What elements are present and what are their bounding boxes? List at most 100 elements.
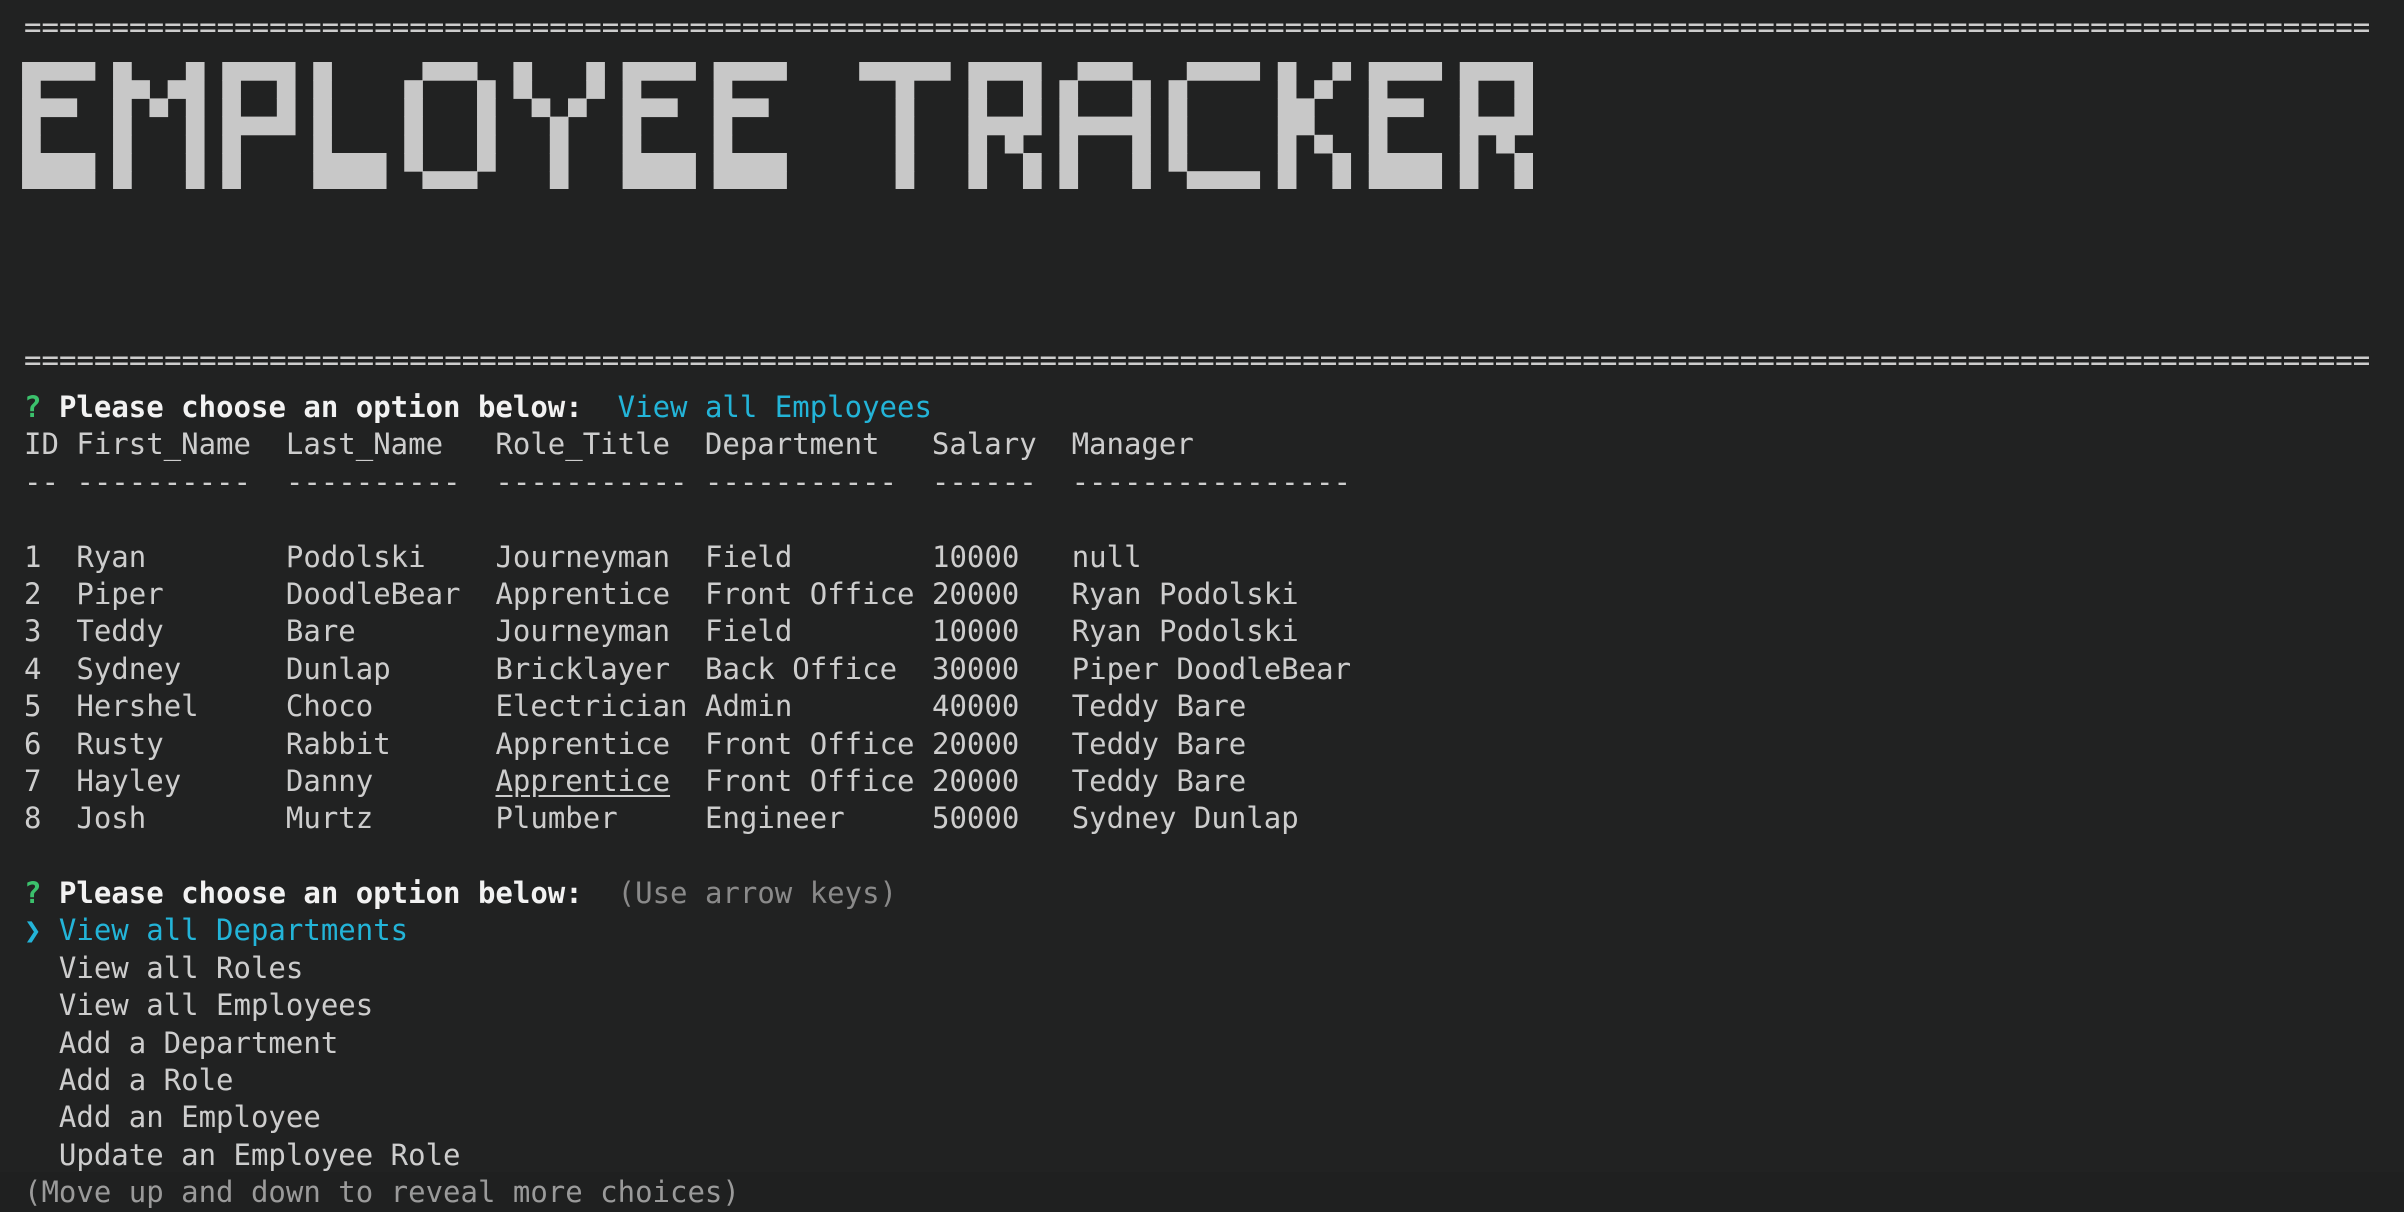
table-row: 8 Josh Murtz Plumber Engineer 50000 Sydn…: [24, 800, 2384, 837]
cell-gap: [146, 801, 286, 835]
table-cell-id: 1: [24, 539, 42, 574]
table-cell-last_name: DoodleBear: [285, 576, 461, 611]
table-cell-role_title: Journeyman: [495, 614, 671, 649]
menu-item-label: View all Departments: [58, 913, 409, 948]
separator-rule-top: ========================================…: [24, 12, 2371, 42]
menu-scroll-footer-text: (Move up and down to reveal more choices…: [24, 1175, 740, 1210]
active-prompt-text: Please choose an option below:: [58, 876, 583, 911]
cell-gap: [1019, 801, 1071, 835]
menu-item-update-an-employee-role[interactable]: Update an Employee Role: [24, 1137, 2384, 1174]
terminal-window: ========================================…: [0, 0, 2404, 1209]
cell-gap: [181, 652, 286, 686]
table-cell-role_title: Journeyman: [495, 539, 671, 574]
table-cell-id: 3: [24, 614, 42, 649]
table-cell-manager: Teddy Bare: [1071, 689, 1247, 724]
menu-pointer-spacer: [24, 988, 59, 1022]
table-cell-first_name: Piper: [76, 576, 164, 611]
table-cell-manager: null: [1071, 539, 1142, 574]
cell-gap: [391, 652, 496, 686]
table-cell-manager: Sydney Dunlap: [1071, 801, 1299, 836]
table-cell-department: Field: [704, 539, 793, 574]
table-cell-last_name: Rabbit: [285, 726, 391, 761]
menu-item-add-a-role[interactable]: Add a Role: [24, 1062, 2384, 1099]
table-cell-salary: 40000: [931, 689, 1020, 724]
menu-pointer-spacer: [24, 1100, 59, 1134]
menu-item-label: View all Employees: [58, 988, 374, 1023]
menu-item-add-an-employee[interactable]: Add an Employee: [24, 1099, 2384, 1136]
table-cell-salary: 30000: [931, 651, 1020, 686]
menu-item-view-all-departments[interactable]: ❯ View all Departments: [24, 912, 2384, 949]
cell-gap: [1019, 689, 1071, 723]
menu-item-label: Add an Employee: [58, 1100, 321, 1135]
ascii-art-svg: [22, 62, 1533, 190]
menu-scroll-footer: (Move up and down to reveal more choices…: [24, 1174, 2384, 1211]
cell-gap: [670, 764, 705, 798]
cell-gap: [181, 764, 286, 798]
active-prompt-gap-1: [41, 876, 58, 910]
cell-gap: [164, 614, 286, 648]
menu-pointer-spacer: [24, 1138, 59, 1172]
table-row: 6 Rusty Rabbit Apprentice Front Office 2…: [24, 726, 2384, 763]
answered-prompt-text: Please choose an option below:: [58, 390, 583, 424]
table-cell-role_title: Plumber: [495, 801, 618, 836]
cell-gap: [792, 689, 932, 723]
cell-gap: [1019, 614, 1071, 648]
table-cell-manager: Piper DoodleBear: [1071, 651, 1352, 686]
table-cell-role_title: Apprentice: [495, 576, 671, 611]
menu-pointer-spacer: [24, 1026, 59, 1060]
cell-gap: [41, 727, 76, 761]
table-cell-role_title: Bricklayer: [495, 651, 671, 686]
cell-gap: [792, 540, 932, 574]
cell-gap: [915, 727, 932, 761]
table-cell-first_name: Ryan: [76, 539, 147, 574]
cell-gap: [670, 614, 705, 648]
table-cell-salary: 20000: [931, 763, 1020, 798]
table-cell-role_title: Apprentice: [495, 726, 671, 761]
cell-gap: [915, 764, 932, 798]
table-cell-manager: Teddy Bare: [1071, 763, 1247, 798]
cell-gap: [1019, 577, 1071, 611]
table-cell-id: 6: [24, 726, 42, 761]
table-cell-salary: 20000: [931, 576, 1020, 611]
table-cell-manager: Teddy Bare: [1071, 726, 1247, 761]
cell-gap: [41, 764, 76, 798]
menu-item-label: Add a Role: [58, 1063, 234, 1098]
cell-gap: [792, 614, 932, 648]
active-prompt-gap-2: [583, 876, 618, 910]
table-cell-salary: 50000: [931, 801, 1020, 836]
table-cell-department: Front Office: [704, 576, 915, 611]
table-cell-role_title: Apprentice: [495, 763, 671, 798]
table-cell-first_name: Hershel: [76, 689, 199, 724]
cell-gap: [391, 727, 496, 761]
menu-item-label: Update an Employee Role: [58, 1137, 461, 1172]
menu-pointer-spacer: [24, 951, 59, 985]
terminal-output: ? Please choose an option below: View al…: [24, 389, 2384, 1212]
menu-list[interactable]: ❯ View all Departments View all Roles Vi…: [24, 912, 2384, 1174]
cell-gap: [373, 689, 495, 723]
cell-gap: [41, 801, 76, 835]
menu-item-view-all-employees[interactable]: View all Employees: [24, 987, 2384, 1024]
table-row: 1 Ryan Podolski Journeyman Field 10000 n…: [24, 539, 2384, 576]
cell-gap: [1019, 540, 1071, 574]
cell-gap: [670, 727, 705, 761]
menu-item-add-a-department[interactable]: Add a Department: [24, 1025, 2384, 1062]
table-cell-department: Admin: [704, 689, 793, 724]
table-row: 4 Sydney Dunlap Bricklayer Back Office 3…: [24, 651, 2384, 688]
table-row: 7 Hayley Danny Apprentice Front Office 2…: [24, 763, 2384, 800]
cell-gap: [845, 801, 932, 835]
menu-item-view-all-roles[interactable]: View all Roles: [24, 950, 2384, 987]
table-cell-manager: Ryan Podolski: [1071, 614, 1299, 649]
prompt-gap: [583, 390, 618, 424]
table-cell-salary: 20000: [931, 726, 1020, 761]
active-prompt-hint: (Use arrow keys): [617, 876, 898, 911]
cell-gap: [688, 689, 705, 723]
ascii-art-title: [22, 62, 2262, 192]
cell-gap: [356, 614, 496, 648]
menu-item-label: View all Roles: [58, 950, 304, 985]
cell-gap: [670, 652, 705, 686]
table-cell-first_name: Hayley: [76, 763, 182, 798]
table-cell-department: Front Office: [704, 726, 915, 761]
table-cell-id: 7: [24, 763, 42, 798]
